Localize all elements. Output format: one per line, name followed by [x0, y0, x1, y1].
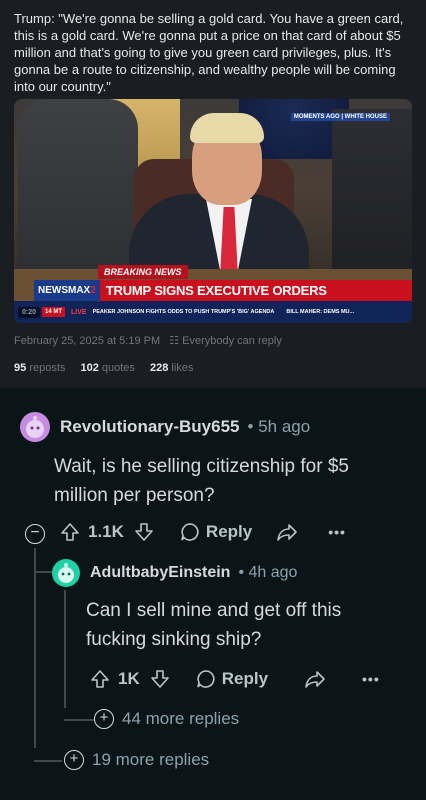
comment-1-actions: 1.1K Reply •••: [60, 522, 346, 542]
comment-time: • 5h ago: [247, 417, 311, 436]
more-replies-label: 44 more replies: [122, 709, 240, 728]
people-icon: ☷: [169, 335, 180, 347]
downvote-icon[interactable]: [150, 669, 170, 689]
embedded-tweet-image[interactable]: Trump: "We're gonna be selling a gold ca…: [0, 0, 426, 388]
tweet-meta: February 25, 2025 at 5:19 PM ☷ Everybody…: [14, 335, 282, 347]
comment-username[interactable]: Revolutionary-Buy655: [60, 417, 240, 437]
share-icon[interactable]: [304, 669, 326, 689]
news-crawl: 0:20 14 MT LIVE PEAKER JOHNSON FIGHTS OD…: [14, 301, 412, 323]
more-options-icon[interactable]: •••: [328, 524, 346, 540]
upvote-icon[interactable]: [90, 669, 110, 689]
comment-body: Wait, is he selling citizenship for $5 m…: [54, 456, 349, 506]
more-replies-label: 19 more replies: [92, 750, 210, 769]
collapse-thread-button[interactable]: −: [25, 524, 45, 544]
crawl-text-1: PEAKER JOHNSON FIGHTS ODDS TO PUSH TRUMP…: [92, 309, 275, 315]
upvote-icon[interactable]: [60, 522, 80, 542]
downvote-icon[interactable]: [134, 522, 154, 542]
tweet-text: Trump: "We're gonna be selling a gold ca…: [14, 11, 404, 94]
comment-bubble-icon: [181, 523, 199, 541]
time-zone-badge: 14 MT: [42, 307, 66, 317]
plus-icon: +: [64, 750, 84, 770]
vote-count: 1.1K: [88, 522, 124, 541]
breaking-news-label: BREAKING NEWS: [98, 265, 188, 279]
speaker-hair: [190, 113, 264, 143]
thread-line-nested: [64, 590, 66, 708]
comment-1-header: Revolutionary-Buy655 • 5h ago: [20, 412, 310, 442]
reply-button[interactable]: Reply: [180, 522, 252, 542]
more-options-icon[interactable]: •••: [362, 671, 380, 687]
tweet-stats: 95 reposts 102 quotes 228 likes: [14, 362, 194, 374]
network-logo: NEWSMAX2: [34, 280, 100, 301]
crawl-text-2: BILL MAHER: DEMS MU...: [286, 309, 355, 315]
live-badge: LIVE: [71, 308, 87, 316]
comment-body: Can I sell mine and get off this fucking…: [86, 600, 342, 650]
snoo-avatar-icon: [26, 416, 44, 438]
reply-button[interactable]: Reply: [196, 669, 268, 689]
thread-line-main: [34, 548, 36, 748]
avatar[interactable]: [20, 412, 50, 442]
thread-line-main-elbow: [34, 760, 62, 762]
plus-icon: +: [94, 709, 114, 729]
comment-2-header: AdultbabyEinstein • 4h ago: [52, 559, 297, 587]
top-badge: MOMENTS AGO | WHITE HOUSE: [290, 113, 390, 121]
thread-line-nested-elbow: [64, 719, 94, 721]
comment-username[interactable]: AdultbabyEinstein: [90, 564, 230, 582]
avatar[interactable]: [52, 559, 80, 587]
thread-line-reply-elbow: [34, 571, 52, 573]
video-thumbnail[interactable]: MOMENTS AGO | WHITE HOUSE BREAKING NEWS …: [14, 99, 412, 323]
video-timestamp: 0:20: [18, 306, 41, 318]
comment-time: • 4h ago: [238, 564, 298, 581]
more-replies-top-link[interactable]: + 19 more replies: [64, 750, 209, 770]
more-replies-nested-link[interactable]: + 44 more replies: [94, 709, 239, 729]
comment-2-actions: 1K Reply •••: [90, 669, 380, 689]
news-headline: TRUMP SIGNS EXECUTIVE ORDERS: [105, 283, 327, 298]
snoo-avatar-icon: [58, 563, 74, 583]
comment-bubble-icon: [196, 670, 215, 688]
lower-third: NEWSMAX2 TRUMP SIGNS EXECUTIVE ORDERS: [34, 280, 412, 301]
share-icon[interactable]: [276, 522, 298, 542]
vote-count: 1K: [118, 669, 140, 688]
